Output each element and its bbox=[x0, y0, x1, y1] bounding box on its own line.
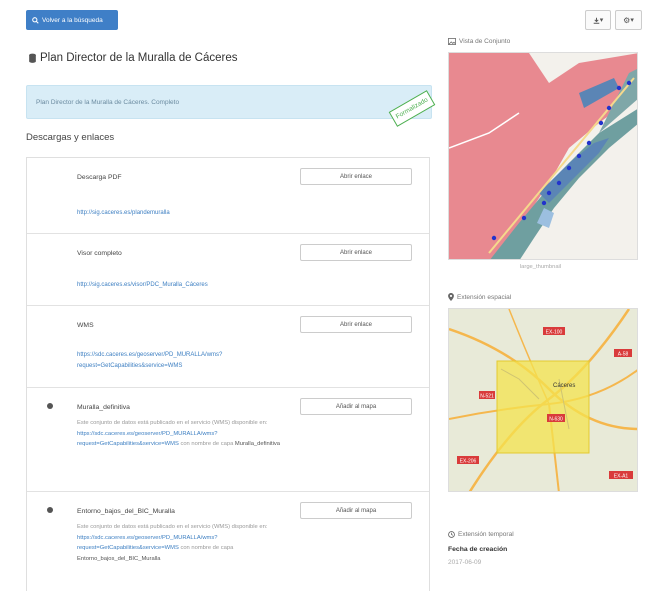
resource-url[interactable]: http://sig.caceres.es/plandemuralla bbox=[77, 208, 292, 219]
open-link-button[interactable]: Abrir enlace bbox=[300, 244, 412, 261]
resource-name: Muralla_definitiva bbox=[77, 404, 130, 411]
resource-name: Descarga PDF bbox=[77, 174, 122, 181]
resource-item-layer-muralla: Muralla_definitiva Añadir al mapa Este c… bbox=[27, 388, 429, 492]
creation-date-label: Fecha de creación bbox=[448, 546, 508, 553]
preview-label-text: Vista de Conjunto bbox=[459, 38, 511, 45]
layer-bullet-icon bbox=[47, 403, 53, 409]
search-icon bbox=[32, 16, 39, 24]
gear-icon: ⚙ bbox=[623, 15, 631, 25]
preview-map bbox=[448, 52, 638, 260]
description-text: Este conjunto de datos está publicado en… bbox=[77, 524, 268, 530]
download-dropdown-button[interactable]: ▾ bbox=[585, 10, 611, 30]
resource-item-viewer: Visor completo Abrir enlace http://sig.c… bbox=[27, 234, 429, 306]
temporal-extent-label: Extensión temporal bbox=[448, 531, 514, 538]
temporal-extent-label-text: Extensión temporal bbox=[458, 531, 514, 538]
resource-name: WMS bbox=[77, 322, 94, 329]
spatial-extent-label-text: Extensión espacial bbox=[457, 293, 512, 301]
preview-caption: large_thumbnail bbox=[519, 264, 562, 270]
creation-date-value: 2017-06-09 bbox=[448, 559, 482, 566]
download-icon bbox=[593, 17, 600, 24]
open-link-button[interactable]: Abrir enlace bbox=[300, 316, 412, 333]
page-title-text: Plan Director de la Muralla de Cáceres bbox=[40, 52, 238, 64]
resource-item-wms: WMS Abrir enlace https://sdc.caceres.es/… bbox=[27, 306, 429, 388]
svg-text:EX-100: EX-100 bbox=[546, 330, 563, 336]
resource-name: Visor completo bbox=[77, 250, 122, 257]
resource-list: Descarga PDF Abrir enlace http://sig.cac… bbox=[26, 157, 430, 591]
description-text: con nombre de capa bbox=[180, 545, 234, 551]
resource-name: Entorno_bajos_del_BIC_Muralla bbox=[77, 508, 175, 515]
resource-url[interactable]: https://sdc.caceres.es/geoserver/PD_MURA… bbox=[77, 350, 292, 372]
map-road-label: N-521 bbox=[479, 391, 495, 400]
resource-description: Este conjunto de datos está publicado en… bbox=[77, 522, 297, 564]
svg-text:N-521: N-521 bbox=[480, 394, 494, 400]
info-notice-text: Plan Director de la Muralla de Cáceres. … bbox=[36, 99, 180, 106]
database-icon bbox=[29, 53, 36, 63]
layer-name: Muralla_definitiva bbox=[234, 441, 281, 447]
layer-name: Entorno_bajos_del_BIC_Muralla bbox=[77, 555, 161, 562]
svg-text:EX-206: EX-206 bbox=[460, 459, 477, 465]
download-chevron: ▾ bbox=[599, 17, 604, 24]
open-link-button[interactable]: Abrir enlace bbox=[300, 168, 412, 185]
svg-text:A-58: A-58 bbox=[618, 352, 629, 358]
page-title: Plan Director de la Muralla de Cáceres bbox=[28, 52, 238, 64]
map-road-label: EX-A1 bbox=[609, 471, 633, 480]
map-city-label: Cáceres bbox=[553, 383, 575, 389]
map-road-label: N-630 bbox=[547, 414, 565, 423]
image-icon bbox=[448, 38, 456, 45]
preview-label: Vista de Conjunto bbox=[448, 38, 510, 45]
spatial-extent-map[interactable]: EX-100 N-521 N-630 A-58 EX-206 EX-A1 Các… bbox=[448, 308, 638, 492]
preview-map-image bbox=[449, 53, 637, 259]
resource-url[interactable]: http://sig.caceres.es/visor/PDC_Muralla_… bbox=[77, 280, 292, 291]
resource-item-pdf: Descarga PDF Abrir enlace http://sig.cac… bbox=[27, 158, 429, 234]
spatial-extent-label: Extensión espacial bbox=[448, 293, 511, 301]
back-to-search-button[interactable]: Volver a la búsqueda bbox=[26, 10, 118, 30]
svg-text:EX-A1: EX-A1 bbox=[614, 474, 629, 480]
add-to-map-button[interactable]: Añadir al mapa bbox=[300, 502, 412, 519]
info-notice: Plan Director de la Muralla de Cáceres. … bbox=[26, 85, 432, 119]
resource-item-layer-entorno: Entorno_bajos_del_BIC_Muralla Añadir al … bbox=[27, 492, 429, 591]
clock-icon bbox=[448, 531, 455, 538]
add-to-map-button[interactable]: Añadir al mapa bbox=[300, 398, 412, 415]
downloads-section-title: Descargas y enlaces bbox=[26, 132, 115, 143]
spatial-extent-map-image: EX-100 N-521 N-630 A-58 EX-206 EX-A1 Các… bbox=[449, 309, 637, 491]
settings-dropdown-button[interactable]: ⚙ ▾ bbox=[615, 10, 642, 30]
description-text: Este conjunto de datos está publicado en… bbox=[77, 420, 268, 426]
map-marker-icon bbox=[448, 293, 454, 301]
description-text: con nombre de capa bbox=[180, 441, 234, 447]
back-to-search-label: Volver a la búsqueda bbox=[42, 16, 103, 24]
svg-text:N-630: N-630 bbox=[549, 417, 563, 423]
layer-bullet-icon bbox=[47, 507, 53, 513]
map-road-label: A-58 bbox=[614, 349, 632, 358]
map-road-label: EX-206 bbox=[457, 456, 479, 465]
resource-description: Este conjunto de datos está publicado en… bbox=[77, 418, 297, 450]
settings-chevron: ▾ bbox=[630, 17, 634, 24]
map-road-label: EX-100 bbox=[543, 327, 565, 336]
